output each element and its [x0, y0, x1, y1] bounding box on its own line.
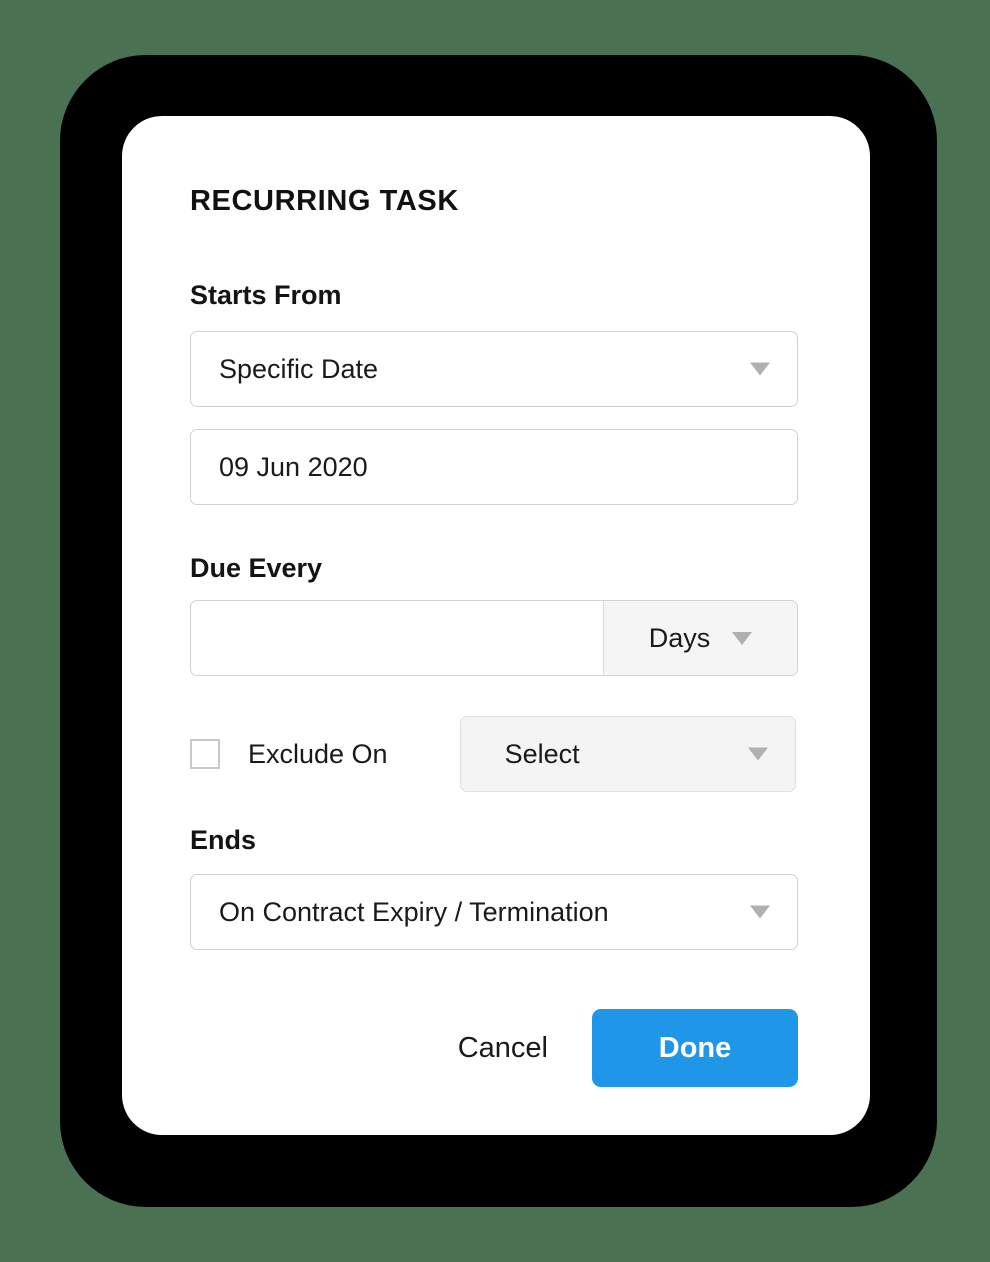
exclude-on-select[interactable]: Select — [459, 716, 796, 792]
chevron-down-icon — [732, 631, 753, 645]
starts-from-label: Starts From — [190, 280, 342, 310]
ends-select-value: On Contract Expiry / Termination — [219, 896, 609, 927]
cancel-button[interactable]: Cancel — [458, 1033, 548, 1063]
chevron-down-icon — [750, 362, 770, 376]
ends-select[interactable]: On Contract Expiry / Termination — [190, 874, 798, 950]
due-every-unit-value: Days — [648, 622, 711, 653]
dialog-title: RECURRING TASK — [190, 185, 459, 217]
ends-label: Ends — [190, 825, 257, 855]
recurring-task-dialog: RECURRING TASK Starts From Specific Date… — [122, 116, 870, 1135]
dialog-footer: Cancel Done — [190, 1009, 798, 1087]
due-every-unit-select[interactable]: Days — [603, 601, 797, 675]
exclude-on-row: Exclude On Select — [190, 716, 798, 792]
due-every-row: Days — [190, 600, 798, 676]
exclude-on-select-value: Select — [504, 738, 580, 769]
due-every-label: Due Every — [190, 553, 323, 583]
done-button[interactable]: Done — [592, 1009, 798, 1087]
dialog-body: RECURRING TASK Starts From Specific Date… — [190, 116, 798, 1087]
exclude-on-checkbox[interactable] — [190, 739, 220, 769]
chevron-down-icon — [747, 747, 768, 761]
exclude-on-label: Exclude On — [248, 738, 388, 769]
starts-from-date-field[interactable]: 09 Jun 2020 — [190, 429, 798, 505]
starts-from-mode-select[interactable]: Specific Date — [190, 331, 798, 407]
chevron-down-icon — [750, 905, 770, 919]
due-every-amount-input[interactable] — [191, 601, 603, 675]
starts-from-date-value: 09 Jun 2020 — [219, 451, 368, 482]
starts-from-mode-value: Specific Date — [219, 353, 379, 384]
